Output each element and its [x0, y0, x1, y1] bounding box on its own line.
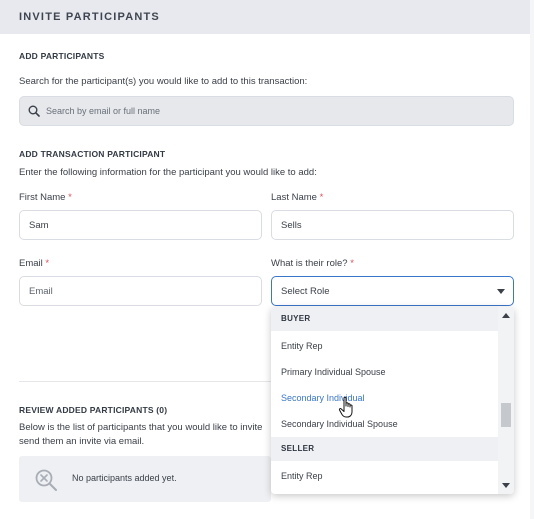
review-text-line1: Below is the list of participants that y…: [19, 422, 263, 433]
scrollbar-thumb[interactable]: [501, 403, 511, 427]
participant-search[interactable]: [19, 96, 514, 126]
search-icon: [28, 105, 40, 117]
add-participants-heading: ADD PARTICIPANTS: [19, 51, 105, 61]
scroll-up-icon[interactable]: [502, 313, 510, 318]
role-option[interactable]: Entity Rep: [281, 341, 323, 351]
modal-header: INVITE PARTICIPANTS: [0, 0, 530, 34]
role-label: What is their role? *: [271, 258, 354, 269]
email-field[interactable]: [19, 276, 262, 306]
role-option[interactable]: Primary Individual Spouse: [281, 367, 386, 377]
required-mark: *: [68, 192, 72, 203]
scroll-down-icon[interactable]: [502, 483, 510, 488]
search-input[interactable]: [46, 103, 486, 119]
role-option[interactable]: Secondary Individual Spouse: [281, 419, 398, 429]
required-mark: *: [350, 258, 354, 269]
review-text-line2: send them an invite via email.: [19, 436, 145, 447]
transaction-participant-instructions: Enter the following information for the …: [19, 167, 317, 178]
section-divider: [19, 381, 271, 382]
modal-title: INVITE PARTICIPANTS: [19, 11, 160, 23]
role-dropdown-menu: BUYER Entity Rep Primary Individual Spou…: [271, 307, 514, 494]
email-label: Email *: [19, 258, 50, 269]
empty-participants-box: No participants added yet.: [19, 456, 271, 502]
group-header-seller: SELLER: [271, 437, 498, 461]
add-participants-instructions: Search for the participant(s) you would …: [19, 76, 308, 87]
review-heading: REVIEW ADDED PARTICIPANTS (0): [19, 405, 168, 415]
group-header-buyer: BUYER: [271, 307, 498, 331]
search-x-icon: [35, 469, 57, 491]
first-name-field[interactable]: [19, 210, 262, 240]
chevron-down-icon: [497, 289, 505, 294]
last-name-label: Last Name *: [271, 192, 324, 203]
required-mark: *: [319, 192, 324, 203]
empty-message: No participants added yet.: [72, 473, 177, 483]
last-name-field[interactable]: [271, 210, 514, 240]
first-name-label: First Name *: [19, 192, 72, 203]
role-option[interactable]: Entity Rep: [281, 471, 323, 481]
hand-cursor-icon: [338, 396, 353, 418]
required-mark: *: [45, 258, 50, 269]
role-select[interactable]: Select Role: [271, 276, 514, 306]
transaction-participant-heading: ADD TRANSACTION PARTICIPANT: [19, 149, 166, 159]
background-strip: [530, 0, 534, 519]
role-select-value: Select Role: [281, 286, 330, 297]
role-options-list: BUYER Entity Rep Primary Individual Spou…: [271, 307, 498, 494]
dropdown-scrollbar[interactable]: [498, 307, 514, 494]
